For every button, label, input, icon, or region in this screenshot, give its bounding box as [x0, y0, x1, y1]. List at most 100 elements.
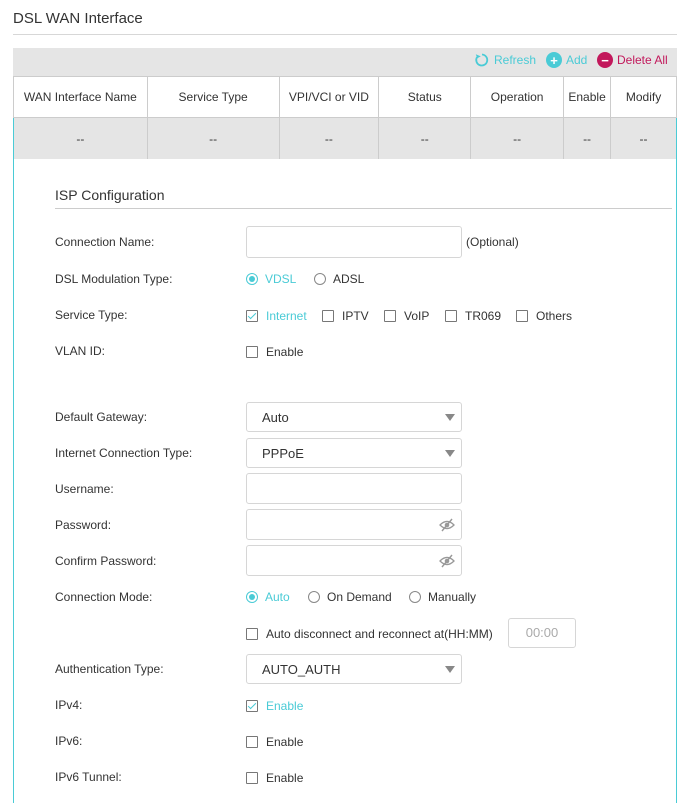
col-wan-interface-name: WAN Interface Name [13, 76, 148, 118]
add-button[interactable]: + Add [546, 50, 587, 70]
connection-mode-label: Connection Mode: [55, 590, 153, 604]
table-toolbar: Refresh + Add − Delete All [13, 48, 677, 76]
add-label: Add [566, 53, 588, 67]
radio-adsl-label: ADSL [333, 272, 365, 286]
radio-mode-on-demand-label: On Demand [327, 590, 392, 604]
checkbox-iptv[interactable]: IPTV [322, 309, 369, 323]
checkbox-voip-label: VoIP [404, 309, 430, 323]
checkbox-icon [384, 310, 396, 322]
chevron-down-icon [445, 666, 455, 673]
ipv6-enable-label: Enable [266, 735, 304, 749]
table-cell: -- [278, 117, 380, 160]
table-cell: -- [610, 117, 677, 160]
auth-type-label: Authentication Type: [55, 662, 164, 676]
connection-type-label: Internet Connection Type: [55, 446, 193, 460]
col-modify: Modify [610, 76, 677, 118]
checkbox-icon [246, 772, 258, 784]
checkbox-others-label: Others [536, 309, 573, 323]
default-gateway-select[interactable]: Auto [246, 402, 462, 432]
radio-selected-icon [246, 591, 258, 603]
radio-mode-manually[interactable]: Manually [409, 590, 476, 604]
confirm-password-input[interactable] [246, 545, 462, 576]
ipv6-tunnel-enable-label: Enable [266, 771, 304, 785]
ipv4-label: IPv4: [55, 698, 83, 712]
eye-off-icon[interactable] [439, 518, 455, 532]
table-cell: -- [563, 117, 612, 160]
checkbox-tr069-label: TR069 [465, 309, 502, 323]
password-input[interactable] [246, 509, 462, 540]
optional-note: (Optional) [466, 235, 519, 249]
col-status: Status [378, 76, 472, 118]
wan-interface-table: WAN Interface Name Service Type VPI/VCI … [13, 76, 677, 160]
username-label: Username: [55, 482, 114, 496]
password-label: Password: [55, 518, 112, 532]
connection-type-value: PPPoE [262, 446, 304, 461]
checkbox-internet[interactable]: Internet [246, 309, 307, 323]
default-gateway-value: Auto [262, 410, 289, 425]
vlan-enable-label: Enable [266, 345, 304, 359]
checkbox-icon [322, 310, 334, 322]
radio-vdsl-label: VDSL [265, 272, 297, 286]
radio-mode-auto[interactable]: Auto [246, 590, 290, 604]
username-input[interactable] [246, 473, 462, 504]
radio-adsl[interactable]: ADSL [314, 272, 364, 286]
checkbox-tr069[interactable]: TR069 [445, 309, 501, 323]
checkbox-icon [516, 310, 528, 322]
auth-type-value: AUTO_AUTH [262, 662, 341, 677]
col-service-type: Service Type [146, 76, 280, 118]
radio-mode-auto-label: Auto [265, 590, 290, 604]
ipv4-enable-label: Enable [266, 699, 304, 713]
ipv6-label: IPv6: [55, 734, 83, 748]
radio-vdsl[interactable]: VDSL [246, 272, 296, 286]
delete-all-button[interactable]: − Delete All [597, 50, 668, 70]
connection-name-input[interactable] [246, 226, 462, 258]
radio-icon [409, 591, 421, 603]
checkbox-icon [246, 628, 258, 640]
service-type-label: Service Type: [55, 308, 128, 322]
checkbox-icon [246, 736, 258, 748]
page-title: DSL WAN Interface [13, 10, 143, 27]
radio-icon [314, 273, 326, 285]
ipv6-tunnel-label: IPv6 Tunnel: [55, 770, 122, 784]
chevron-down-icon [445, 450, 455, 457]
checkbox-others[interactable]: Others [516, 309, 572, 323]
checkbox-voip[interactable]: VoIP [384, 309, 429, 323]
radio-icon [308, 591, 320, 603]
checkbox-internet-label: Internet [266, 309, 307, 323]
ipv6-tunnel-enable-checkbox[interactable]: Enable [246, 771, 303, 785]
radio-mode-manually-label: Manually [428, 590, 477, 604]
refresh-label: Refresh [494, 53, 537, 67]
ipv4-enable-checkbox[interactable]: Enable [246, 699, 303, 713]
refresh-icon [475, 53, 489, 67]
col-enable: Enable [563, 76, 612, 118]
table-cell: -- [470, 117, 565, 160]
ipv6-enable-checkbox[interactable]: Enable [246, 735, 303, 749]
reconnect-time-input[interactable]: 00:00 [508, 618, 576, 648]
connection-type-select[interactable]: PPPoE [246, 438, 462, 468]
auto-reconnect-checkbox[interactable]: Auto disconnect and reconnect at(HH:MM) [246, 627, 493, 641]
chevron-down-icon [445, 414, 455, 421]
plus-circle-icon: + [546, 52, 562, 68]
table-row[interactable]: -- -- -- -- -- -- -- [13, 117, 677, 160]
radio-mode-on-demand[interactable]: On Demand [308, 590, 392, 604]
title-divider [13, 34, 677, 35]
checkbox-icon [445, 310, 457, 322]
radio-selected-icon [246, 273, 258, 285]
col-operation: Operation [470, 76, 565, 118]
table-cell: -- [146, 117, 280, 160]
checkbox-checked-icon [246, 310, 258, 322]
minus-circle-icon: − [597, 52, 613, 68]
section-divider [55, 208, 672, 209]
auth-type-select[interactable]: AUTO_AUTH [246, 654, 462, 684]
default-gateway-label: Default Gateway: [55, 410, 148, 424]
connection-name-label: Connection Name: [55, 235, 155, 249]
vlan-id-label: VLAN ID: [55, 344, 106, 358]
auto-reconnect-label: Auto disconnect and reconnect at(HH:MM) [266, 627, 493, 641]
vlan-enable-checkbox[interactable]: Enable [246, 345, 303, 359]
checkbox-checked-icon [246, 700, 258, 712]
refresh-button[interactable]: Refresh [474, 50, 536, 70]
eye-off-icon[interactable] [439, 554, 455, 568]
checkbox-iptv-label: IPTV [342, 309, 369, 323]
confirm-password-label: Confirm Password: [55, 554, 157, 568]
isp-section-title: ISP Configuration [55, 187, 165, 203]
